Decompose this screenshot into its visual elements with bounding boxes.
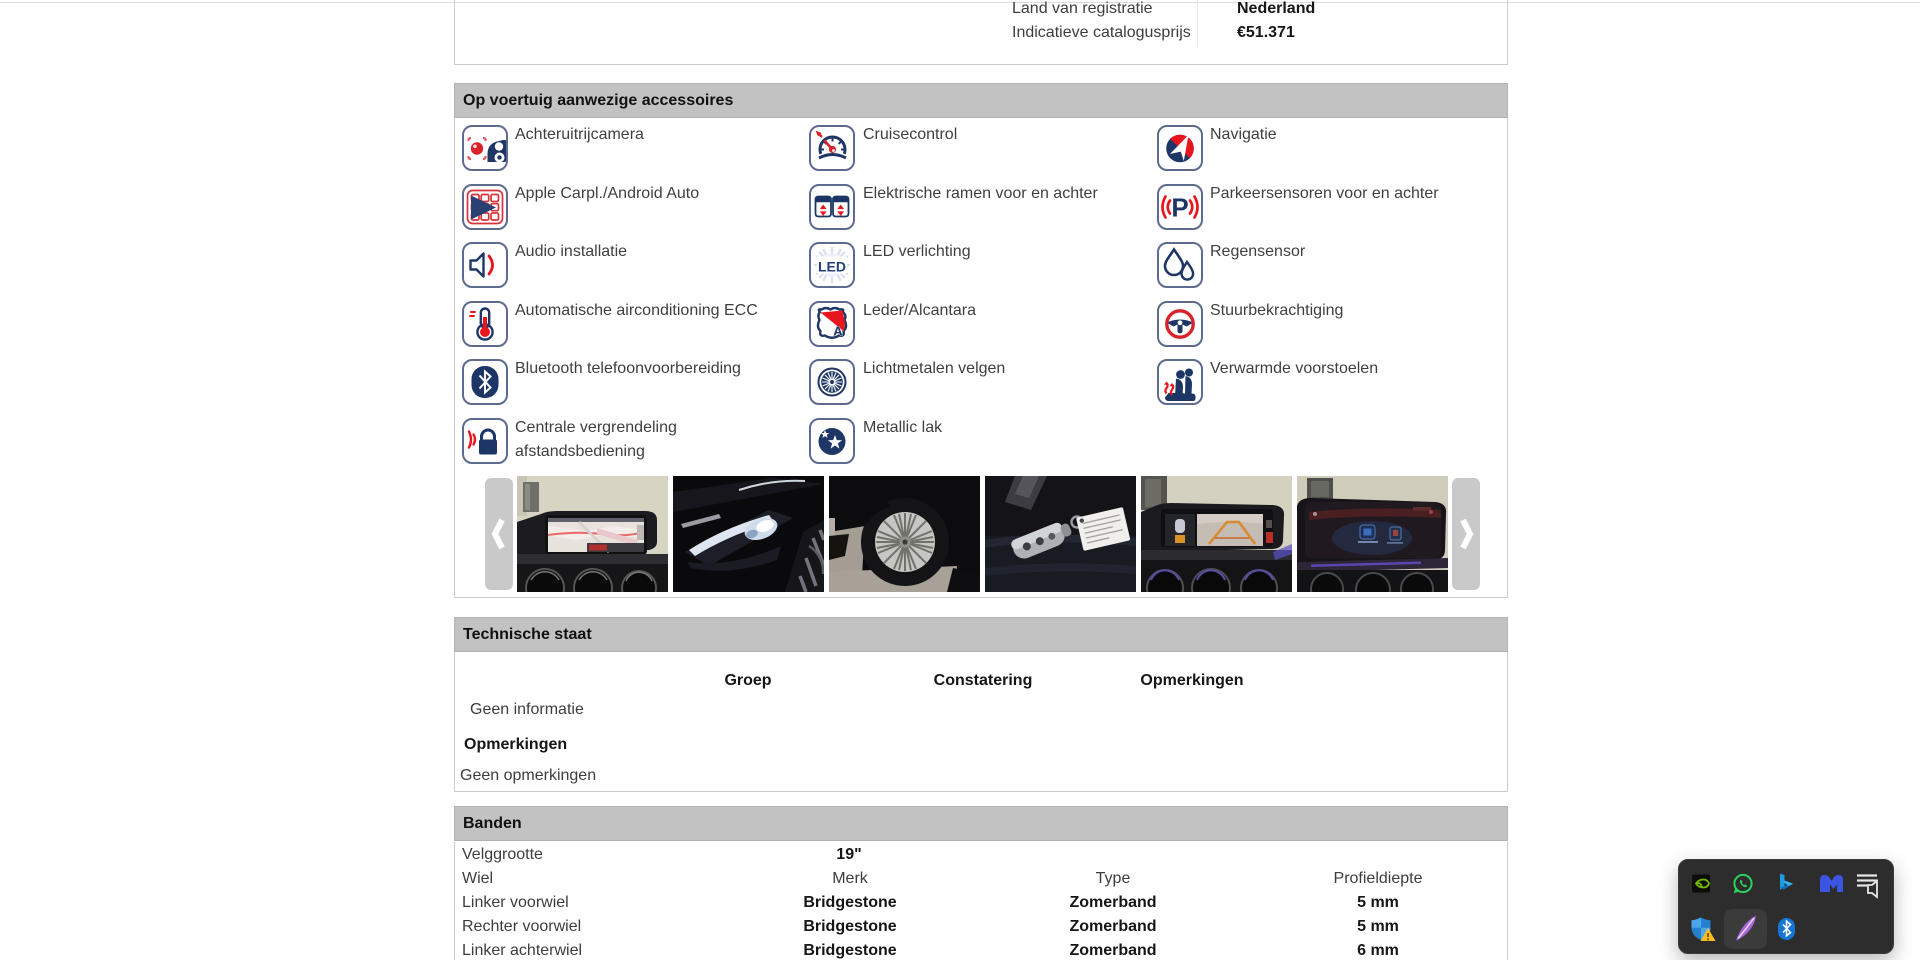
svg-text:P: P xyxy=(1171,193,1188,223)
svg-text:A: A xyxy=(833,324,843,339)
svg-text:LED: LED xyxy=(818,259,846,275)
